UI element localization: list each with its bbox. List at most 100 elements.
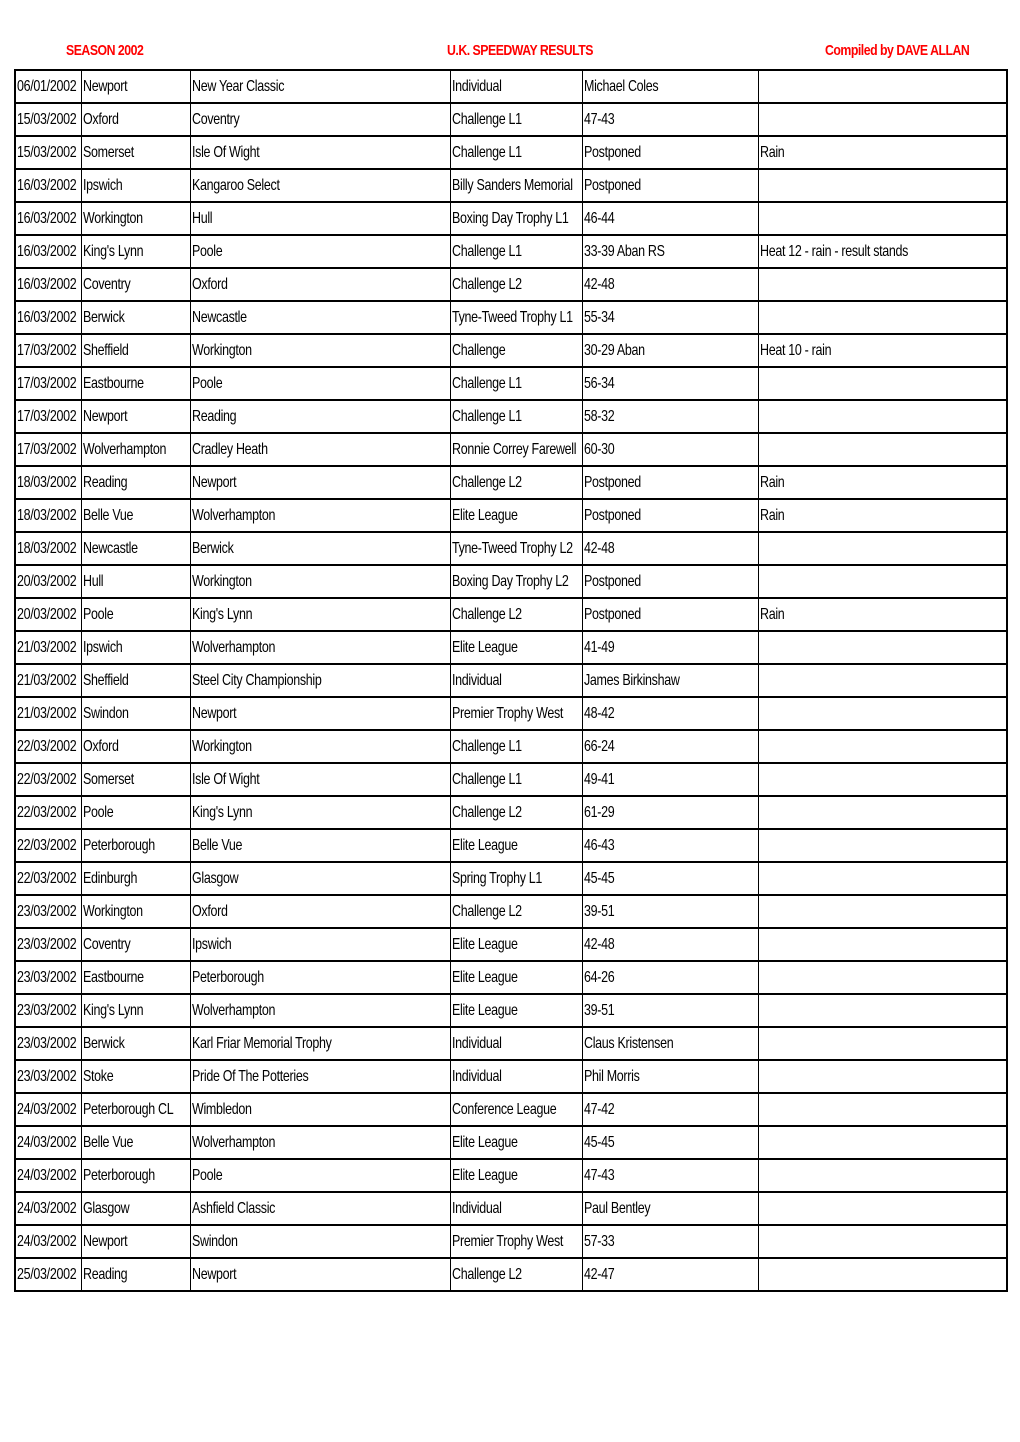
result-cell: Postponed <box>581 135 759 170</box>
note-cell <box>757 69 1008 104</box>
table-row: 23/03/2002 Workington Oxford Challenge L2 39… <box>14 894 1008 929</box>
home-team-cell: King's Lynn <box>80 234 191 269</box>
date-cell-text: 21/03/2002 <box>17 671 77 689</box>
competition-cell-text: Elite League <box>451 506 518 524</box>
result-cell: 41-49 <box>581 630 759 665</box>
competition-cell-text: Individual <box>451 1199 502 1217</box>
result-cell-text: 58-32 <box>583 407 615 425</box>
competition-cell-text: Challenge L2 <box>451 902 522 920</box>
note-cell <box>757 1224 1008 1259</box>
date-cell: 16/03/2002 <box>14 168 82 203</box>
note-cell <box>757 531 1008 566</box>
home-team-cell: Ipswich <box>80 630 191 665</box>
date-cell: 06/01/2002 <box>14 69 82 104</box>
competition-cell-text: Elite League <box>451 1001 518 1019</box>
result-cell: 58-32 <box>581 399 759 434</box>
result-cell: 45-45 <box>581 1125 759 1160</box>
result-cell-text: Postponed <box>583 176 641 194</box>
competition-cell: Spring Trophy L1 <box>449 861 583 896</box>
result-cell: 47-43 <box>581 102 759 137</box>
competition-cell-text: Challenge L1 <box>451 407 522 425</box>
result-cell: 45-45 <box>581 861 759 896</box>
competition-cell: Elite League <box>449 828 583 863</box>
result-cell-text: 46-44 <box>583 209 615 227</box>
competition-cell-text: Premier Trophy West <box>451 704 563 722</box>
result-cell-text: 42-48 <box>583 539 615 557</box>
competition-cell: Individual <box>449 1191 583 1226</box>
note-cell: Heat 12 - rain - result stands <box>757 234 1008 269</box>
home-team-cell-text: Ipswich <box>82 176 123 194</box>
date-cell: 24/03/2002 <box>14 1224 82 1259</box>
competition-cell-text: Challenge L1 <box>451 110 522 128</box>
opponent-cell: Coventry <box>189 102 451 137</box>
opponent-cell: Pride Of The Potteries <box>189 1059 451 1094</box>
home-team-cell-text: Belle Vue <box>82 1133 133 1151</box>
home-team-cell-text: Eastbourne <box>82 968 144 986</box>
competition-cell: Boxing Day Trophy L1 <box>449 201 583 236</box>
competition-cell-text: Elite League <box>451 638 518 656</box>
result-cell-text: 42-48 <box>583 935 615 953</box>
date-cell: 22/03/2002 <box>14 828 82 863</box>
opponent-cell: Swindon <box>189 1224 451 1259</box>
competition-cell: Challenge L1 <box>449 135 583 170</box>
opponent-cell: Isle Of Wight <box>189 762 451 797</box>
date-cell-text: 24/03/2002 <box>17 1166 77 1184</box>
result-cell: Michael Coles <box>581 69 759 104</box>
competition-cell-text: Individual <box>451 77 502 95</box>
result-cell-text: Michael Coles <box>583 77 659 95</box>
result-cell: Postponed <box>581 465 759 500</box>
date-cell: 23/03/2002 <box>14 1026 82 1061</box>
date-cell: 24/03/2002 <box>14 1092 82 1127</box>
home-team-cell: Workington <box>80 201 191 236</box>
date-cell: 17/03/2002 <box>14 366 82 401</box>
table-row: 23/03/2002 Coventry Ipswich Elite League 42-… <box>14 927 1008 962</box>
table-row: 24/03/2002 Peterborough CL Wimbledon Confer… <box>14 1092 1008 1127</box>
home-team-cell: Workington <box>80 894 191 929</box>
competition-cell-text: Boxing Day Trophy L2 <box>451 572 569 590</box>
opponent-cell-text: Wolverhampton <box>191 638 275 656</box>
competition-cell-text: Challenge L2 <box>451 1265 522 1283</box>
date-cell: 22/03/2002 <box>14 729 82 764</box>
table-row: 23/03/2002 King's Lynn Wolverhampton Elite … <box>14 993 1008 1028</box>
date-cell: 15/03/2002 <box>14 102 82 137</box>
note-cell: Heat 10 - rain <box>757 333 1008 368</box>
result-cell: Paul Bentley <box>581 1191 759 1226</box>
competition-cell: Conference League <box>449 1092 583 1127</box>
competition-cell: Premier Trophy West <box>449 1224 583 1259</box>
date-cell-text: 23/03/2002 <box>17 1067 77 1085</box>
home-team-cell-text: Workington <box>82 209 143 227</box>
competition-cell-text: Challenge L1 <box>451 770 522 788</box>
table-row: 24/03/2002 Peterborough Poole Elite League 4… <box>14 1158 1008 1193</box>
date-cell-text: 20/03/2002 <box>17 605 77 623</box>
home-team-cell-text: Ipswich <box>82 638 123 656</box>
competition-cell: Boxing Day Trophy L2 <box>449 564 583 599</box>
result-cell-text: 39-51 <box>583 1001 615 1019</box>
note-cell <box>757 564 1008 599</box>
home-team-cell: Newport <box>80 69 191 104</box>
competition-cell-text: Challenge L2 <box>451 605 522 623</box>
home-team-cell: Peterborough <box>80 828 191 863</box>
date-cell-text: 22/03/2002 <box>17 737 77 755</box>
note-cell <box>757 300 1008 335</box>
competition-cell: Challenge L2 <box>449 795 583 830</box>
date-cell: 18/03/2002 <box>14 531 82 566</box>
date-cell: 25/03/2002 <box>14 1257 82 1292</box>
competition-cell: Challenge L1 <box>449 102 583 137</box>
home-team-cell: Eastbourne <box>80 960 191 995</box>
home-team-cell: Reading <box>80 1257 191 1292</box>
opponent-cell-text: Wimbledon <box>191 1100 252 1118</box>
note-cell: Rain <box>757 135 1008 170</box>
page-header: SEASON 2002 U.K. SPEEDWAY RESULTS Compil… <box>0 42 1020 66</box>
note-cell <box>757 828 1008 863</box>
opponent-cell-text: Reading <box>191 407 237 425</box>
note-cell: Rain <box>757 597 1008 632</box>
note-cell <box>757 1092 1008 1127</box>
home-team-cell-text: Poole <box>82 605 114 623</box>
date-cell: 17/03/2002 <box>14 432 82 467</box>
date-cell-text: 22/03/2002 <box>17 803 77 821</box>
note-cell-text: Heat 10 - rain <box>759 341 832 359</box>
result-cell: 42-48 <box>581 267 759 302</box>
date-cell-text: 22/03/2002 <box>17 770 77 788</box>
opponent-cell-text: Belle Vue <box>191 836 242 854</box>
opponent-cell-text: Newport <box>191 704 237 722</box>
